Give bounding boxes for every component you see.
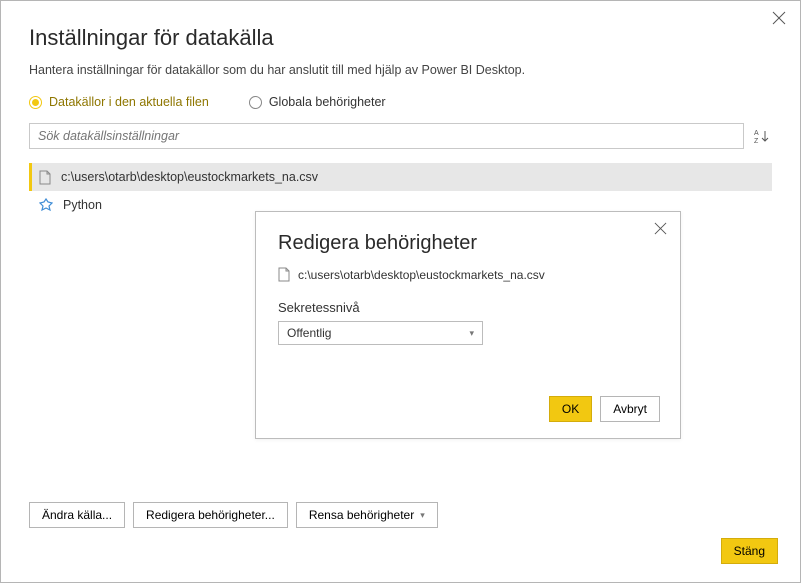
file-icon bbox=[278, 267, 290, 282]
sort-az-icon[interactable]: A Z bbox=[752, 125, 772, 147]
radio-label: Datakällor i den aktuella filen bbox=[49, 95, 209, 109]
radio-label: Globala behörigheter bbox=[269, 95, 386, 109]
search-input[interactable] bbox=[29, 123, 744, 149]
dialog-path: c:\users\otarb\desktop\eustockmarkets_na… bbox=[298, 268, 545, 282]
radio-current-file[interactable]: Datakällor i den aktuella filen bbox=[29, 95, 209, 109]
chevron-down-icon: ▾ bbox=[469, 328, 474, 339]
edit-permissions-dialog: Redigera behörigheter c:\users\otarb\des… bbox=[255, 211, 681, 439]
edit-permissions-button[interactable]: Redigera behörigheter... bbox=[133, 502, 288, 528]
python-icon bbox=[39, 198, 53, 212]
close-button[interactable]: Stäng bbox=[721, 538, 778, 564]
svg-text:Z: Z bbox=[754, 138, 759, 144]
change-source-button[interactable]: Ändra källa... bbox=[29, 502, 125, 528]
list-item-label: c:\users\otarb\desktop\eustockmarkets_na… bbox=[61, 170, 318, 184]
clear-permissions-button[interactable]: Rensa behörigheter ▾ bbox=[296, 502, 438, 528]
close-icon[interactable] bbox=[654, 222, 668, 236]
page-subtitle: Hantera inställningar för datakällor som… bbox=[29, 63, 772, 77]
radio-global-permissions[interactable]: Globala behörigheter bbox=[249, 95, 386, 109]
button-label: Rensa behörigheter bbox=[309, 508, 414, 522]
svg-text:A: A bbox=[754, 130, 759, 137]
privacy-label: Sekretessnivå bbox=[278, 300, 658, 315]
list-item[interactable]: c:\users\otarb\desktop\eustockmarkets_na… bbox=[29, 163, 772, 191]
list-item-label: Python bbox=[63, 198, 102, 212]
close-icon[interactable] bbox=[772, 11, 788, 27]
ok-button[interactable]: OK bbox=[549, 396, 592, 422]
page-title: Inställningar för datakälla bbox=[29, 25, 772, 51]
dropdown-value: Offentlig bbox=[287, 326, 331, 340]
file-icon bbox=[39, 170, 51, 185]
radio-icon bbox=[29, 96, 42, 109]
chevron-down-icon: ▾ bbox=[420, 510, 425, 521]
privacy-dropdown[interactable]: Offentlig ▾ bbox=[278, 321, 483, 345]
dialog-title: Redigera behörigheter bbox=[278, 232, 658, 255]
cancel-button[interactable]: Avbryt bbox=[600, 396, 660, 422]
radio-icon bbox=[249, 96, 262, 109]
